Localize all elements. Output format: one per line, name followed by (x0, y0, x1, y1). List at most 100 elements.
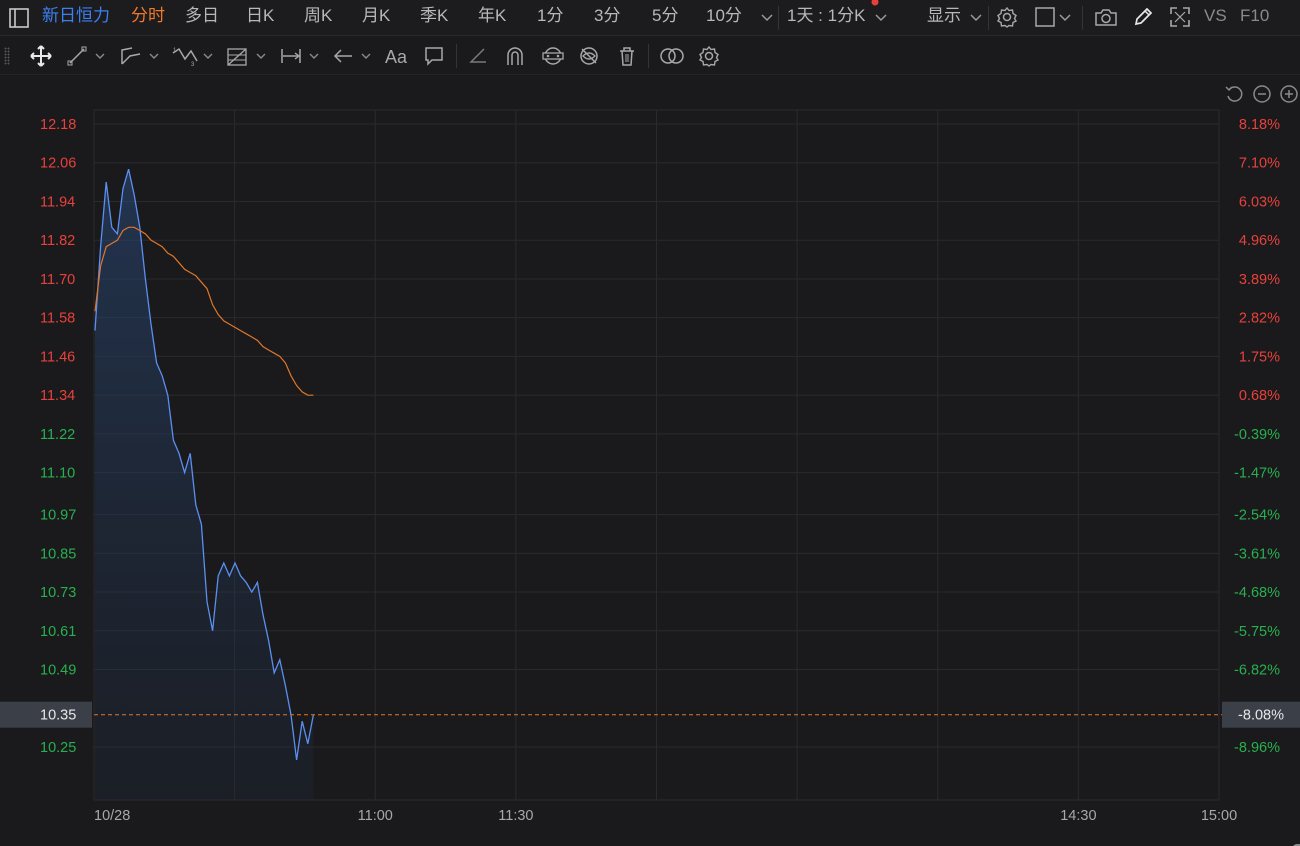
time-axis-label: 14:30 (1060, 808, 1096, 824)
time-axis-label: 11:00 (358, 808, 393, 824)
pct-tick-label: -6.82% (1234, 663, 1280, 679)
tab-monthly-k[interactable]: 月K (362, 0, 390, 34)
price-tick-label: 11.34 (40, 388, 75, 404)
tab-quarterly-k[interactable]: 季K (420, 0, 448, 34)
wave-chevron-icon[interactable] (202, 50, 214, 62)
price-tick-label: 10.25 (40, 740, 76, 756)
magnet-icon[interactable] (504, 45, 526, 67)
time-axis-label: 10/28 (94, 808, 130, 824)
tab-weekly-k[interactable]: 周K (304, 0, 332, 34)
period-select[interactable]: 1天 : 1分K (787, 0, 865, 34)
price-tick-label: 10.73 (40, 585, 76, 601)
pct-tick-label: -5.75% (1234, 624, 1280, 640)
pct-tick-label: -2.54% (1234, 508, 1280, 524)
text-tool-icon[interactable]: Aa (384, 45, 410, 67)
f10-button[interactable]: F10 (1240, 0, 1269, 34)
tab-10min[interactable]: 10分 (706, 0, 742, 34)
pct-tick-label: -4.68% (1234, 585, 1280, 601)
divider (456, 44, 457, 68)
price-tick-label: 11.94 (40, 194, 75, 210)
divider (1082, 6, 1083, 30)
vs-compare-button[interactable]: VS (1204, 0, 1227, 34)
measure-chevron-icon[interactable] (308, 50, 320, 62)
notification-dot-icon (871, 0, 879, 6)
stock-name-label[interactable]: 新日恒力 (42, 0, 110, 34)
move-crosshair-icon[interactable] (30, 45, 52, 67)
pct-tick-label: 6.03% (1239, 194, 1280, 210)
camera-icon[interactable] (1094, 6, 1118, 28)
line-segment-icon[interactable] (67, 46, 87, 66)
channel-chevron-icon[interactable] (148, 50, 160, 62)
wave-tool-icon[interactable]: 13 (172, 45, 198, 67)
toolbar-grip-handle[interactable] (4, 47, 10, 65)
tab-yearly-k[interactable]: 年K (478, 0, 506, 34)
pct-tick-label: 3.89% (1239, 272, 1280, 288)
top-tab-bar: 新日恒力 分时 多日 日K 周K 月K 季K 年K 1分 3分 5分 10分 1… (0, 0, 1300, 36)
time-axis-label: 11:30 (498, 808, 533, 824)
chart-canvas[interactable]: 12.18 8.18% 12.06 7.10% 11.94 6.03% 11.82 4.96%… (0, 76, 1300, 846)
tab-5min[interactable]: 5分 (652, 0, 678, 34)
price-tick-label: 10.97 (40, 508, 76, 524)
price-tick-label: 11.22 (40, 427, 75, 443)
tab-multi-day[interactable]: 多日 (185, 0, 219, 34)
svg-text:3: 3 (191, 62, 195, 67)
pct-tick-label: -1.47% (1234, 466, 1280, 482)
pencil-icon[interactable] (1132, 6, 1154, 28)
period-chevron-icon[interactable] (874, 11, 888, 25)
drawing-toolbar: 13 Aa (0, 37, 1300, 75)
price-tick-label: 10.85 (40, 546, 76, 562)
pct-tick-label: 4.96% (1239, 233, 1280, 249)
tab-1min[interactable]: 1分 (537, 0, 563, 34)
hide-drawings-icon[interactable] (578, 45, 600, 67)
lock-drawing-icon[interactable] (540, 45, 566, 67)
current-price-label: 10.35 (40, 708, 76, 724)
price-tick-label: 11.46 (40, 349, 75, 365)
pct-tick-label: -3.61% (1234, 546, 1280, 562)
arrow-chevron-icon[interactable] (360, 50, 372, 62)
intraday-chart[interactable]: 12.18 8.18% 12.06 7.10% 11.94 6.03% 11.82 4.96%… (0, 76, 1300, 846)
pct-tick-label: 7.10% (1239, 156, 1280, 172)
price-tick-label: 12.06 (40, 156, 76, 172)
toolbar-settings-icon[interactable] (698, 45, 720, 67)
comment-bubble-icon[interactable] (423, 45, 445, 67)
price-tick-label: 10.61 (40, 624, 76, 640)
overlay-compare-icon[interactable] (658, 45, 686, 67)
angle-tool-icon[interactable] (468, 46, 488, 66)
pct-tick-label: -0.39% (1234, 427, 1280, 443)
price-tick-label: 11.82 (40, 233, 75, 249)
tab-3min[interactable]: 3分 (594, 0, 620, 34)
price-tick-label: 12.18 (40, 117, 76, 133)
line-chevron-icon[interactable] (94, 50, 106, 62)
channel-tool-icon[interactable] (120, 46, 142, 66)
current-pct-label: -8.08% (1238, 708, 1284, 724)
settings-gear-icon[interactable] (996, 6, 1018, 28)
trash-icon[interactable] (616, 45, 638, 67)
layout-square-icon[interactable] (1034, 6, 1056, 28)
price-tick-label: 11.10 (40, 466, 75, 482)
pct-tick-label: -8.96% (1234, 740, 1280, 756)
display-chevron-icon[interactable] (969, 11, 983, 25)
divider (778, 6, 779, 30)
layout-chevron-icon[interactable] (1058, 11, 1072, 25)
fullscreen-icon[interactable] (1169, 6, 1191, 28)
pct-tick-label: 2.82% (1239, 311, 1280, 327)
tab-daily-k[interactable]: 日K (246, 0, 274, 34)
price-area-fill (95, 169, 314, 800)
sidebar-toggle-icon[interactable] (8, 7, 30, 29)
tab-intraday[interactable]: 分时 (131, 0, 165, 34)
fibonacci-chevron-icon[interactable] (255, 50, 267, 62)
pct-tick-label: 0.68% (1239, 388, 1280, 404)
price-tick-label: 10.49 (40, 663, 76, 679)
time-axis-label: 15:00 (1201, 808, 1237, 824)
svg-text:Aa: Aa (385, 47, 408, 67)
divider (648, 44, 649, 68)
pct-tick-label: 1.75% (1239, 349, 1280, 365)
measure-range-icon[interactable] (280, 46, 302, 66)
price-tick-label: 11.58 (40, 311, 75, 327)
fibonacci-grid-icon[interactable] (226, 45, 248, 67)
arrow-left-icon[interactable] (332, 46, 354, 66)
display-menu[interactable]: 显示 (927, 0, 961, 34)
price-tick-label: 11.70 (40, 272, 75, 288)
more-tabs-chevron-icon[interactable] (760, 11, 774, 25)
divider (988, 6, 989, 30)
